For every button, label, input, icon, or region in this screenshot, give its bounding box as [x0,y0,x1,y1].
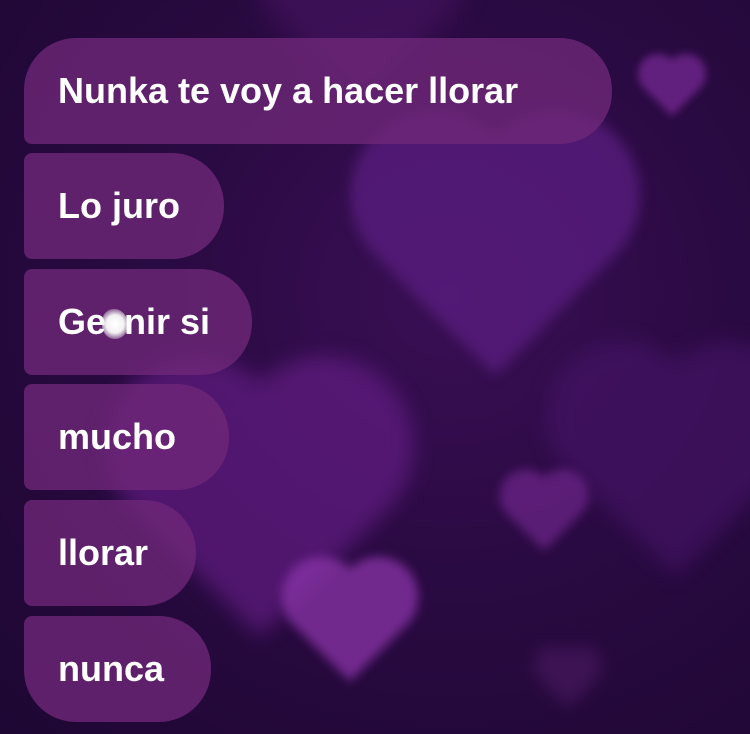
heart-icon [568,363,750,577]
message-bubble[interactable]: Lo juro [24,153,224,259]
heart-icon [507,477,581,551]
message-bubble[interactable]: llorar [24,500,196,606]
heart-icon [539,651,597,709]
message-text: Lo juro [58,185,180,226]
message-text: nunca [58,648,165,689]
heart-icon [374,134,616,376]
message-bubble[interactable]: Ge nir si [24,269,252,375]
message-bubble[interactable]: Nunka te voy a hacer llorar [24,38,612,144]
message-text: Ge nir si [58,301,211,342]
message-text: mucho [58,416,177,457]
message-bubble[interactable]: nunca [24,616,211,722]
message-text: Nunka te voy a hacer llorar [58,70,519,111]
heart-icon [643,59,701,117]
heart-icon [293,568,407,682]
message-text: llorar [58,532,149,573]
message-bubble[interactable]: mucho [24,384,229,490]
